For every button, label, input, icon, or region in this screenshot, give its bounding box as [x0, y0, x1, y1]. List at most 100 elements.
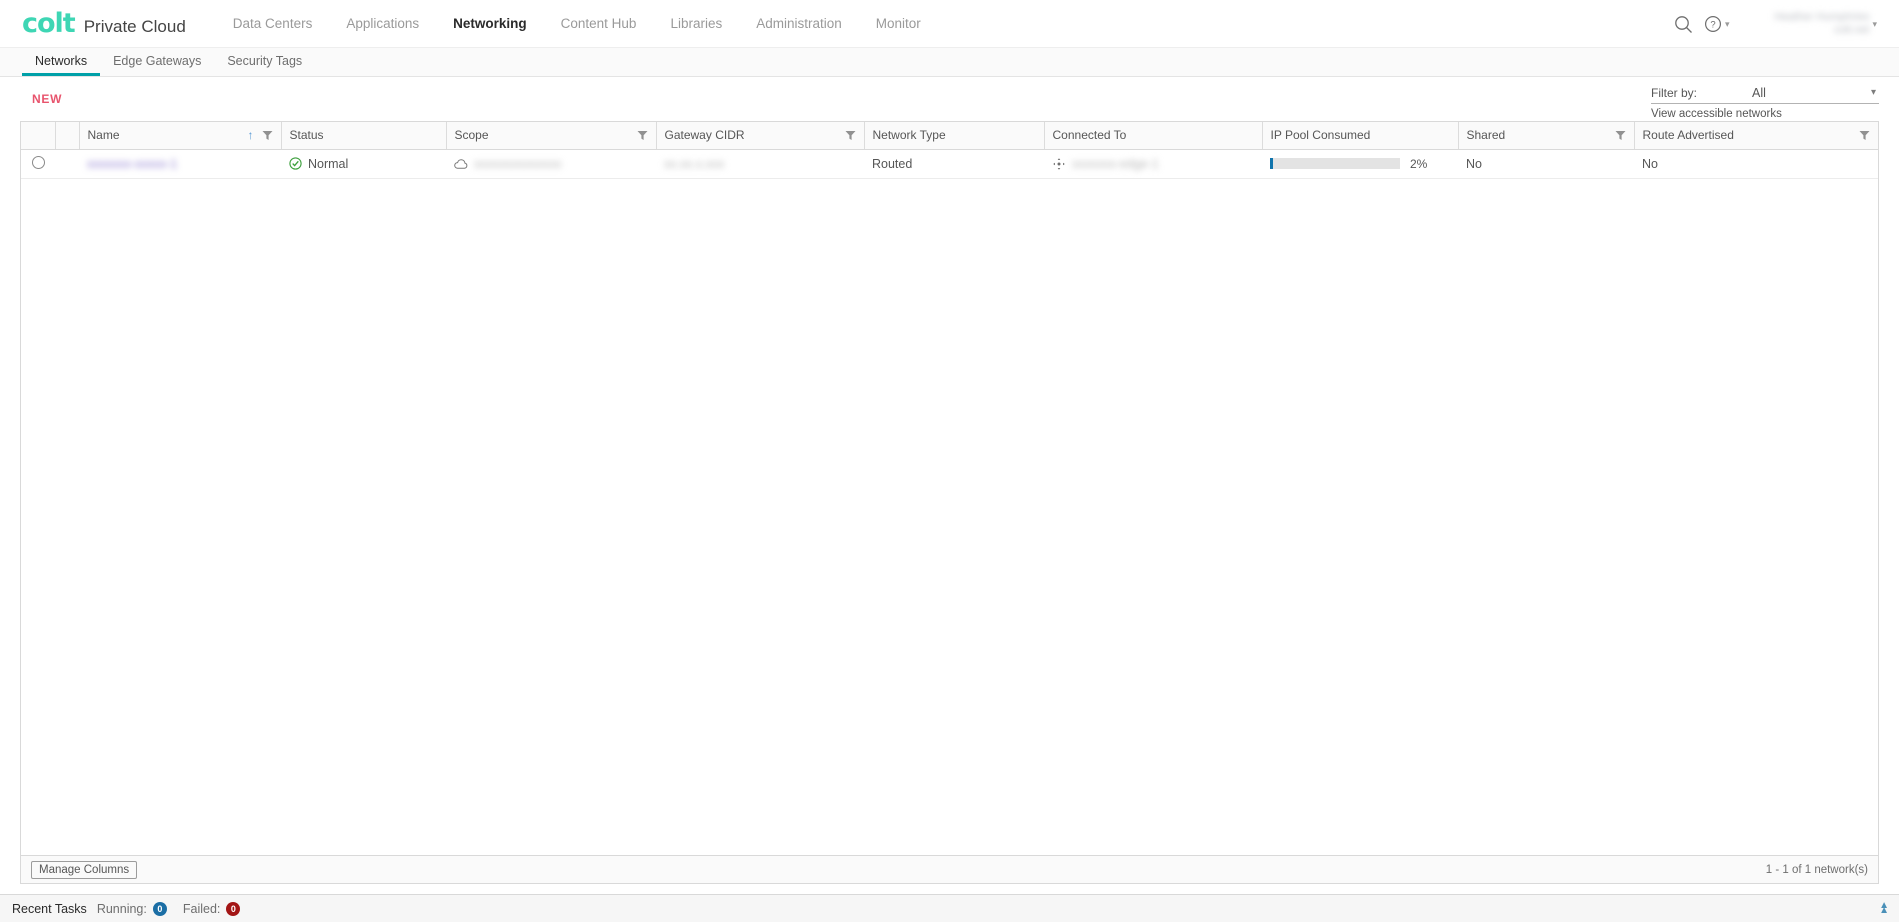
user-menu[interactable]: Heather Humphries colt.net ▾ [1751, 11, 1877, 37]
running-label: Running: [96, 901, 147, 916]
failed-label: Failed: [182, 901, 221, 916]
header-actions: ? ▾ Heather Humphries colt.net ▾ [1664, 0, 1885, 48]
scope-text: xxxxxxxxxxxxxx [474, 156, 562, 171]
chevron-double-up-icon[interactable]: ▲ ▲ [1879, 901, 1889, 916]
ip-pool-progress-fill [1270, 158, 1273, 169]
brand[interactable]: colt Private Cloud [22, 10, 186, 37]
help-circle-icon: ? [1704, 15, 1721, 33]
col-spacer [54, 122, 79, 150]
table-row[interactable]: xxxxxxx-xxxxx-1 Normal xxxxxxxxxxxxxx xx… [21, 149, 1878, 179]
cell-status: Normal [281, 149, 446, 179]
col-status-label: Status [289, 128, 324, 143]
grid-empty-space [21, 178, 1878, 855]
edge-gateway-icon [1053, 157, 1065, 170]
cell-ip-pool-consumed: 2% [1262, 149, 1458, 179]
product-name: Private Cloud [83, 17, 186, 36]
nav-item-data-centers[interactable]: Data Centers [216, 0, 330, 47]
sort-ascending-icon[interactable]: ↑ [248, 128, 254, 142]
user-name-line1: Heather Humphries [1774, 11, 1870, 23]
nav-item-monitor[interactable]: Monitor [859, 0, 938, 47]
ip-pool-percent-text: 2% [1410, 156, 1428, 171]
col-gateway-cidr: Gateway CIDR [655, 122, 864, 150]
top-header: colt Private Cloud Data Centers Applicat… [0, 0, 1899, 48]
tab-security-tags[interactable]: Security Tags [214, 48, 315, 76]
filter-funnel-icon[interactable] [637, 130, 648, 141]
filter-funnel-icon[interactable] [1615, 130, 1626, 141]
col-scope-label: Scope [454, 128, 489, 143]
svg-text:?: ? [1710, 20, 1715, 31]
recent-tasks-title[interactable]: Recent Tasks [12, 902, 87, 916]
network-type-text: Routed [872, 156, 913, 171]
help-menu[interactable]: ? ▾ [1704, 15, 1730, 33]
main-content: NEW Filter by: All ▾ View accessible net… [0, 77, 1899, 894]
user-name: Heather Humphries colt.net [1751, 11, 1869, 37]
filter-select[interactable]: Filter by: All ▾ [1651, 82, 1879, 104]
col-select [21, 122, 55, 150]
col-ip-pool-consumed: IP Pool Consumed [1261, 122, 1458, 150]
route-advertised-text: No [1642, 156, 1658, 171]
networks-grid: Name ↑ Status Scope Gateway CIDR Network… [20, 121, 1879, 884]
cell-gateway-cidr: xx.xx.x.xxx [656, 149, 864, 179]
tab-networks[interactable]: Networks [22, 48, 101, 76]
record-count-label: 1 - 1 of 1 network(s) [1765, 863, 1868, 876]
cell-route-advertised: No [1634, 149, 1878, 179]
cell-network-type: Routed [864, 149, 1044, 179]
network-name-link[interactable]: xxxxxxx-xxxxx-1 [87, 157, 177, 170]
failed-count-badge: 0 [226, 901, 241, 916]
chevron-down-icon: ▾ [1724, 18, 1730, 29]
cell-name: xxxxxxx-xxxxx-1 [79, 149, 281, 179]
colt-logo: colt [22, 8, 76, 39]
cell-connected-to: xxxxxxx-edge-1 [1044, 149, 1262, 179]
failed-tasks-stat[interactable]: Failed: 0 [182, 901, 241, 916]
cell-scope: xxxxxxxxxxxxxx [446, 149, 656, 179]
new-network-button[interactable]: NEW [30, 88, 64, 110]
col-scope: Scope [445, 122, 656, 150]
check-circle-icon [289, 157, 302, 170]
shared-text: No [1466, 156, 1482, 171]
user-name-line2: colt.net [1834, 24, 1870, 36]
row-radio-button[interactable] [31, 155, 45, 169]
filter-funnel-icon[interactable] [845, 130, 856, 141]
table-body: xxxxxxx-xxxxx-1 Normal xxxxxxxxxxxxxx xx… [21, 149, 1878, 179]
col-connected-to-label: Connected To [1052, 128, 1127, 143]
section-tabs: Networks Edge Gateways Security Tags [0, 48, 1899, 77]
cell-shared: No [1458, 149, 1634, 179]
filter-label: Filter by: [1651, 85, 1698, 100]
header-row: Name ↑ Status Scope Gateway CIDR Network… [21, 122, 1878, 150]
grid-footer: Manage Columns 1 - 1 of 1 network(s) [21, 855, 1878, 883]
nav-item-administration[interactable]: Administration [739, 0, 859, 47]
networks-table: Name ↑ Status Scope Gateway CIDR Network… [21, 122, 1878, 179]
user-chevron-down-icon: ▾ [1872, 18, 1877, 29]
search-button[interactable] [1664, 4, 1704, 44]
primary-nav: Data Centers Applications Networking Con… [216, 0, 938, 47]
nav-item-applications[interactable]: Applications [329, 0, 436, 47]
view-accessible-networks-link[interactable]: View accessible networks [1651, 108, 1879, 120]
table-header: Name ↑ Status Scope Gateway CIDR Network… [21, 122, 1878, 150]
col-route-advertised: Route Advertised [1633, 122, 1878, 150]
row-select-cell [21, 149, 55, 179]
filter-control: Filter by: All ▾ View accessible network… [1651, 82, 1879, 120]
running-count-badge: 0 [152, 901, 167, 916]
cloud-icon [454, 158, 468, 169]
nav-item-networking[interactable]: Networking [436, 0, 544, 47]
tab-edge-gateways[interactable]: Edge Gateways [100, 48, 214, 76]
col-shared: Shared [1457, 122, 1634, 150]
connected-to-text: xxxxxxx-edge-1 [1072, 156, 1159, 171]
col-gateway-cidr-label: Gateway CIDR [664, 128, 745, 143]
action-bar: NEW Filter by: All ▾ View accessible net… [20, 77, 1879, 121]
manage-columns-button[interactable]: Manage Columns [31, 860, 138, 879]
running-tasks-stat[interactable]: Running: 0 [96, 901, 167, 916]
col-route-advertised-label: Route Advertised [1642, 128, 1734, 143]
nav-item-content-hub[interactable]: Content Hub [544, 0, 654, 47]
filter-funnel-icon[interactable] [262, 130, 273, 141]
search-icon [1675, 15, 1693, 33]
nav-item-libraries[interactable]: Libraries [653, 0, 739, 47]
col-network-type: Network Type [863, 122, 1044, 150]
col-status: Status [280, 122, 446, 150]
filter-selected-value: All [1752, 85, 1766, 100]
filter-funnel-icon[interactable] [1859, 130, 1870, 141]
row-spacer-cell [55, 149, 79, 179]
status-text: Normal [308, 156, 349, 171]
application-window: colt Private Cloud Data Centers Applicat… [0, 0, 1899, 922]
filter-chevron-down-icon: ▾ [1870, 87, 1876, 98]
